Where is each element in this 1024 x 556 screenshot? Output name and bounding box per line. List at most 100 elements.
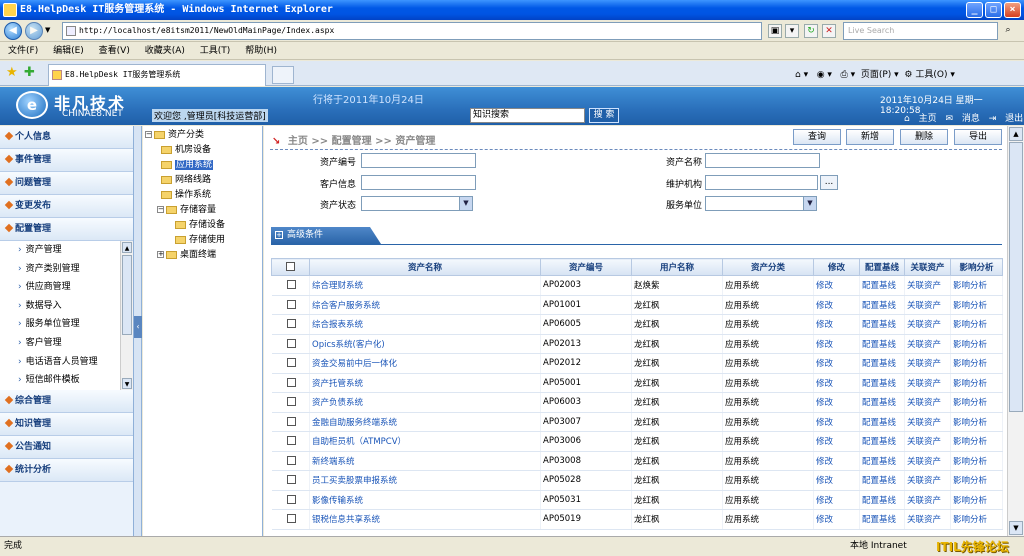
baseline-link[interactable]: 配置基线 [859, 431, 905, 452]
menu-edit[interactable]: 编辑(E) [53, 46, 84, 56]
nav-section-knowledge[interactable]: 知识管理 [0, 413, 133, 436]
row-checkbox[interactable] [286, 280, 296, 290]
tools-menu[interactable]: 工具(O) [915, 70, 947, 80]
browser-tab-active[interactable]: E8.HelpDesk IT服务管理系统 [48, 64, 266, 86]
menu-tools[interactable]: 工具(T) [200, 46, 231, 56]
impact-analysis-link[interactable]: 影响分析 [950, 412, 1003, 432]
maximize-button[interactable]: □ [985, 2, 1002, 18]
maint-org-input[interactable] [705, 175, 818, 190]
baseline-link[interactable]: 配置基线 [859, 334, 905, 354]
related-asset-link[interactable]: 关联资产 [904, 275, 951, 296]
scroll-up-icon[interactable]: ▲ [122, 242, 132, 253]
compat-icon[interactable]: ▣ [768, 24, 782, 38]
delete-button[interactable]: 删除 [900, 129, 948, 145]
edit-link[interactable]: 修改 [813, 295, 860, 315]
row-checkbox-cell[interactable] [271, 353, 310, 374]
scroll-down-icon[interactable]: ▼ [122, 378, 132, 389]
baseline-link[interactable]: 配置基线 [859, 509, 905, 530]
baseline-link[interactable]: 配置基线 [859, 451, 905, 471]
row-checkbox[interactable] [286, 358, 296, 368]
cell-asset-name[interactable]: 员工买卖股票申报系统 [309, 470, 541, 491]
menu-view[interactable]: 查看(V) [99, 46, 130, 56]
baseline-link[interactable]: 配置基线 [859, 470, 905, 491]
breadcrumb-home[interactable]: 主页 [288, 136, 308, 147]
row-checkbox-cell[interactable] [271, 451, 310, 471]
advanced-filter-toggle[interactable]: + 高级条件 [271, 227, 381, 244]
row-checkbox-cell[interactable] [271, 509, 310, 530]
cell-asset-name[interactable]: 金融自助服务终端系统 [309, 412, 541, 432]
row-checkbox-cell[interactable] [271, 295, 310, 315]
edit-link[interactable]: 修改 [813, 431, 860, 452]
tree-node-storage-device[interactable]: 存储设备 [175, 218, 225, 232]
related-asset-link[interactable]: 关联资产 [904, 353, 951, 374]
submenu-scrollbar[interactable]: ▲ ▼ [120, 241, 133, 390]
stop-icon[interactable]: ✕ [822, 24, 836, 38]
customer-input[interactable] [361, 175, 476, 190]
impact-analysis-link[interactable]: 影响分析 [950, 373, 1003, 393]
panel-splitter[interactable]: ‹ [134, 126, 142, 536]
edit-link[interactable]: 修改 [813, 334, 860, 354]
impact-analysis-link[interactable]: 影响分析 [950, 392, 1003, 413]
print-icon[interactable]: ⎙ ▾ [841, 70, 856, 80]
nav-item-customer[interactable]: › 客户管理 [0, 333, 133, 353]
select-all-checkbox-cell[interactable] [271, 258, 310, 276]
live-search-input[interactable]: Live Search [843, 22, 998, 40]
row-checkbox[interactable] [286, 475, 296, 485]
edit-link[interactable]: 修改 [813, 509, 860, 530]
edit-link[interactable]: 修改 [813, 314, 860, 335]
nav-item-supplier[interactable]: › 供应商管理 [0, 278, 133, 297]
edit-link[interactable]: 修改 [813, 275, 860, 296]
feeds-icon[interactable]: ◉ ▾ [817, 70, 832, 80]
asset-name-input[interactable] [705, 153, 820, 168]
row-checkbox[interactable] [286, 416, 296, 426]
impact-analysis-link[interactable]: 影响分析 [950, 295, 1003, 315]
nav-item-sms-template[interactable]: › 短信邮件模板 [0, 371, 133, 390]
add-favorite-icon[interactable]: ✚ [24, 65, 35, 80]
cell-asset-name[interactable]: 影像传输系统 [309, 490, 541, 510]
related-asset-link[interactable]: 关联资产 [904, 470, 951, 491]
impact-analysis-link[interactable]: 影响分析 [950, 431, 1003, 452]
url-input[interactable]: http://localhost/e8itsm2011/NewOldMainPa… [62, 22, 762, 40]
impact-analysis-link[interactable]: 影响分析 [950, 451, 1003, 471]
new-tab-button[interactable] [272, 66, 294, 84]
search-icon[interactable]: ⌕ [1001, 24, 1015, 38]
nav-item-service-unit[interactable]: › 服务单位管理 [0, 315, 133, 334]
related-asset-link[interactable]: 关联资产 [904, 509, 951, 530]
nav-section-incident[interactable]: 事件管理 [0, 149, 133, 172]
url-dropdown-icon[interactable]: ▾ [785, 24, 799, 38]
edit-link[interactable]: 修改 [813, 412, 860, 432]
nav-section-config[interactable]: 配置管理 [0, 218, 133, 241]
impact-analysis-link[interactable]: 影响分析 [950, 275, 1003, 296]
impact-analysis-link[interactable]: 影响分析 [950, 334, 1003, 354]
related-asset-link[interactable]: 关联资产 [904, 392, 951, 413]
nav-section-notice[interactable]: 公告通知 [0, 436, 133, 459]
tree-node-desktop[interactable]: + 桌面终端 [157, 248, 216, 262]
row-checkbox[interactable] [286, 319, 296, 329]
nav-section-general[interactable]: 综合管理 [0, 390, 133, 413]
baseline-link[interactable]: 配置基线 [859, 295, 905, 315]
row-checkbox[interactable] [286, 338, 296, 348]
close-button[interactable]: × [1004, 2, 1021, 18]
impact-analysis-link[interactable]: 影响分析 [950, 470, 1003, 491]
export-button[interactable]: 导出 [954, 129, 1002, 145]
menu-help[interactable]: 帮助(H) [245, 46, 277, 56]
related-asset-link[interactable]: 关联资产 [904, 490, 951, 510]
logout-link[interactable]: ⇥ 退出 [989, 114, 1023, 124]
tree-node-apps[interactable]: 应用系统 [161, 158, 214, 172]
impact-analysis-link[interactable]: 影响分析 [950, 314, 1003, 335]
row-checkbox[interactable] [286, 514, 296, 524]
edit-link[interactable]: 修改 [813, 373, 860, 393]
related-asset-link[interactable]: 关联资产 [904, 334, 951, 354]
baseline-link[interactable]: 配置基线 [859, 314, 905, 335]
nav-section-change[interactable]: 变更发布 [0, 195, 133, 218]
row-checkbox-cell[interactable] [271, 470, 310, 491]
baseline-link[interactable]: 配置基线 [859, 353, 905, 374]
related-asset-link[interactable]: 关联资产 [904, 431, 951, 452]
related-asset-link[interactable]: 关联资产 [904, 295, 951, 315]
nav-item-asset-mgmt[interactable]: › 资产管理 [0, 241, 133, 260]
cell-asset-name[interactable]: 新终端系统 [309, 451, 541, 471]
nav-item-asset-category[interactable]: › 资产类别管理 [0, 259, 133, 279]
related-asset-link[interactable]: 关联资产 [904, 451, 951, 471]
history-dropdown-icon[interactable]: ▼ [45, 26, 50, 34]
search-button[interactable]: 搜 索 [589, 108, 619, 123]
